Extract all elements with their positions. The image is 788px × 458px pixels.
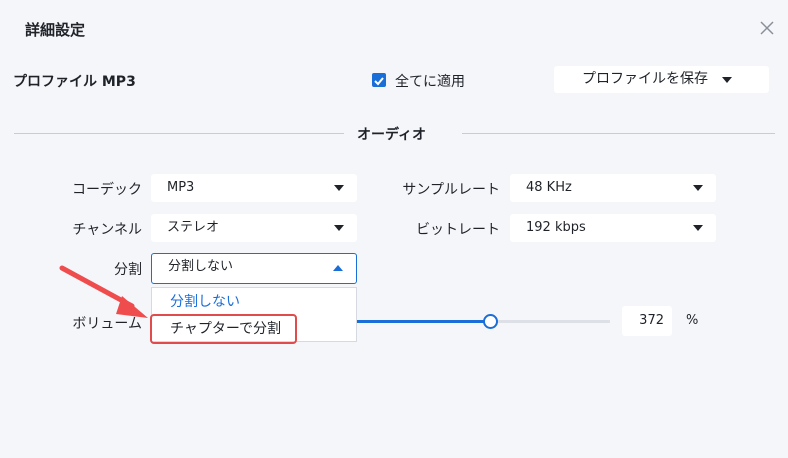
close-icon[interactable] [757, 18, 777, 38]
sample-rate-value: 48 KHz [526, 180, 572, 195]
chevron-down-icon [722, 77, 732, 83]
apply-all-checkbox[interactable] [372, 73, 386, 87]
channel-select[interactable]: ステレオ [151, 214, 357, 242]
channel-label: チャンネル [72, 222, 142, 238]
codec-label: コーデック [72, 182, 142, 198]
volume-slider-fill [357, 320, 489, 323]
profile-label: プロファイル MP3 [13, 74, 136, 90]
chevron-down-icon [334, 185, 344, 191]
section-title: オーディオ [357, 127, 427, 143]
codec-select[interactable]: MP3 [151, 174, 357, 202]
check-icon [374, 77, 384, 86]
sample-rate-select[interactable]: 48 KHz [510, 174, 716, 202]
divider [462, 133, 775, 134]
codec-value: MP3 [167, 180, 195, 195]
chevron-down-icon [334, 225, 344, 231]
chevron-up-icon [333, 265, 343, 271]
split-select[interactable]: 分割しない [151, 253, 357, 284]
bitrate-select[interactable]: 192 kbps [510, 214, 716, 242]
arrow-icon [59, 265, 148, 318]
save-profile-button[interactable]: プロファイルを保存 [554, 66, 769, 93]
chevron-down-icon [693, 185, 703, 191]
chevron-down-icon [693, 225, 703, 231]
channel-value: ステレオ [167, 220, 220, 235]
save-profile-label: プロファイルを保存 [582, 71, 708, 87]
bitrate-label: ビットレート [416, 222, 500, 238]
split-value: 分割しない [168, 259, 234, 274]
volume-slider-thumb[interactable] [483, 314, 498, 329]
sample-rate-label: サンプルレート [402, 182, 500, 198]
apply-all-label: 全てに適用 [395, 74, 465, 90]
divider [14, 133, 344, 134]
highlight-box [150, 314, 297, 344]
dialog-title: 詳細設定 [25, 21, 86, 39]
bitrate-value: 192 kbps [526, 220, 586, 235]
split-option-none[interactable]: 分割しない [170, 291, 240, 311]
volume-unit: % [686, 313, 699, 328]
volume-input[interactable]: 372 [622, 306, 672, 336]
